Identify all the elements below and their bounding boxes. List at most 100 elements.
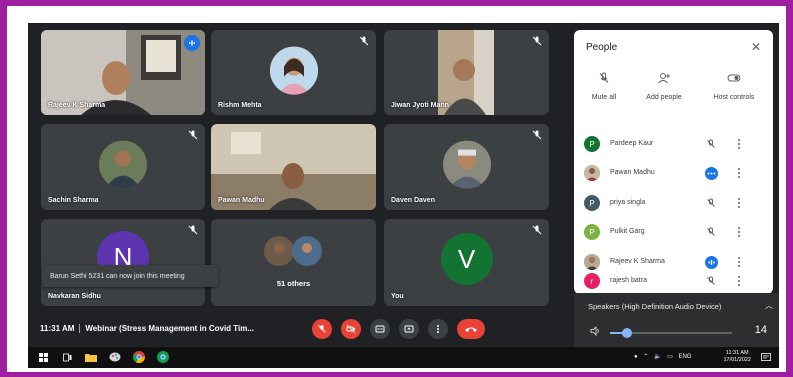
participant-tile[interactable]: Jiwan Jyoti Mann — [384, 30, 549, 115]
close-icon[interactable]: ✕ — [751, 40, 761, 54]
avatar: P — [584, 224, 600, 240]
participant-name: Rishm Mehta — [218, 102, 262, 109]
captions-icon — [375, 325, 385, 333]
mic-off-icon — [188, 130, 198, 140]
mic-off-icon — [318, 325, 326, 333]
participant-tile[interactable]: Rajeev K Sharma — [41, 30, 205, 115]
host-controls-button[interactable]: Host controls — [699, 71, 769, 101]
status-more-icon — [704, 166, 718, 180]
mic-off-icon — [704, 274, 718, 288]
system-clock[interactable]: 11:31 AM 17/01/2022 — [723, 350, 751, 364]
volume-icon[interactable]: 🔈 — [654, 354, 661, 360]
participant-row[interactable]: Pawan Madhu — [584, 163, 769, 183]
meet-window: Rajeev K Sharma Rishm Mehta Jiwan Jyoti … — [28, 23, 779, 368]
participant-tile[interactable]: N Navkaran Sidhu — [41, 219, 205, 306]
participant-name: Navkaran Sidhu — [48, 293, 101, 300]
meeting-info: 11:31 AM Webinar (Stress Management in Co… — [40, 324, 255, 334]
people-panel: People ✕ Mute all Add people Host contro… — [574, 30, 773, 294]
windows-start-icon[interactable] — [36, 350, 50, 364]
network-icon[interactable]: ▭ — [667, 354, 673, 360]
more-vert-icon[interactable] — [734, 166, 744, 180]
meeting-title: Webinar (Stress Management in Covid Tim.… — [85, 324, 255, 333]
chevron-up-icon[interactable]: ⌃ — [643, 354, 648, 360]
chevron-up-icon[interactable]: ︿ — [765, 300, 773, 311]
action-label: Host controls — [713, 94, 755, 101]
language-indicator[interactable]: ENG — [679, 354, 692, 360]
participant-tile[interactable]: Rishm Mehta — [211, 30, 376, 115]
mic-off-icon — [532, 36, 542, 46]
camera-off-icon — [346, 324, 356, 334]
mic-off-icon — [188, 225, 198, 235]
participant-name: Jiwan Jyoti Mann — [391, 102, 449, 109]
bottom-bar: 11:31 AM Webinar (Stress Management in Co… — [28, 309, 573, 347]
avatar: r — [584, 273, 600, 289]
mic-off-icon — [532, 225, 542, 235]
avatar — [269, 46, 318, 95]
present-button[interactable] — [399, 319, 419, 339]
action-label: Add people — [646, 94, 682, 101]
participant-row-name: priya singla — [610, 199, 646, 206]
meeting-time: 11:31 AM — [40, 324, 75, 333]
mute-all-button[interactable]: Mute all — [574, 71, 634, 101]
mic-toggle-button[interactable] — [312, 319, 332, 339]
participant-tile[interactable]: Pawan Madhu — [211, 124, 376, 210]
tray-icons[interactable]: ● ⌃ 🔈 ▭ ENG — [634, 353, 692, 360]
add-people-button[interactable]: Add people — [634, 71, 694, 101]
participant-name: Pawan Madhu — [218, 197, 265, 204]
participant-row[interactable]: r rajesh batra — [584, 271, 769, 291]
join-notification: Barun Sethi 5231 can now join this meeti… — [42, 265, 218, 287]
others-count: 51 others — [276, 279, 311, 288]
avatar — [584, 165, 600, 181]
participant-row-name: Pardeep Kaur — [610, 140, 654, 147]
more-vert-icon — [437, 325, 439, 333]
audio-device-name[interactable]: Speakers (High Definition Audio Device) — [588, 302, 721, 311]
chrome-meet-icon[interactable] — [156, 350, 170, 364]
participant-tile[interactable]: Sachin Sharma — [41, 124, 205, 210]
paint-icon[interactable] — [108, 350, 122, 364]
mic-off-icon — [599, 72, 609, 83]
chrome-icon[interactable] — [132, 350, 146, 364]
participant-row-name: rajesh batra — [610, 277, 647, 284]
camera-toggle-button[interactable] — [341, 319, 361, 339]
more-vert-icon[interactable] — [734, 196, 744, 210]
participant-row[interactable]: Rajeev K Sharma — [584, 252, 769, 272]
volume-slider-thumb[interactable] — [622, 328, 633, 338]
outer-frame: Rajeev K Sharma Rishm Mehta Jiwan Jyoti … — [7, 6, 786, 372]
people-icon[interactable]: ● — [634, 354, 638, 360]
mic-off-icon — [359, 36, 369, 46]
taskbar: ● ⌃ 🔈 ▭ ENG 11:31 AM 17/01/2022 — [28, 347, 779, 368]
participant-row-name: Pulkit Garg — [610, 228, 645, 235]
more-vert-icon[interactable] — [734, 255, 744, 269]
volume-slider[interactable] — [610, 328, 732, 338]
more-options-button[interactable] — [428, 319, 448, 339]
others-avatars — [263, 235, 329, 267]
more-vert-icon[interactable] — [734, 137, 744, 151]
speaker-icon[interactable] — [590, 326, 602, 336]
participant-row[interactable]: P Pulkit Garg — [584, 222, 769, 242]
avatar: V — [440, 233, 493, 285]
more-vert-icon[interactable] — [734, 274, 744, 288]
speaking-indicator-icon — [184, 35, 200, 51]
participant-row-name: Pawan Madhu — [610, 169, 655, 176]
participant-name: You — [391, 293, 404, 300]
mic-off-icon — [532, 130, 542, 140]
leave-call-button[interactable] — [457, 319, 485, 339]
more-vert-icon[interactable] — [734, 225, 744, 239]
clock-time: 11:31 AM — [725, 350, 749, 356]
captions-button[interactable] — [370, 319, 390, 339]
avatar — [584, 254, 600, 270]
avatar — [442, 140, 491, 189]
others-tile[interactable]: 51 others — [211, 219, 376, 306]
participant-row[interactable]: P priya singla — [584, 193, 769, 213]
avatar — [99, 140, 147, 189]
participant-tile[interactable]: Daven Daven — [384, 124, 549, 210]
avatar: P — [584, 136, 600, 152]
task-view-icon[interactable] — [60, 350, 74, 364]
notifications-icon[interactable] — [759, 350, 773, 364]
participant-row[interactable]: P Pardeep Kaur — [584, 134, 769, 154]
self-tile[interactable]: V You — [384, 219, 549, 306]
participant-name: Daven Daven — [391, 197, 435, 204]
file-explorer-icon[interactable] — [84, 350, 98, 364]
avatar: P — [584, 195, 600, 211]
participant-row-name: Rajeev K Sharma — [610, 258, 665, 265]
